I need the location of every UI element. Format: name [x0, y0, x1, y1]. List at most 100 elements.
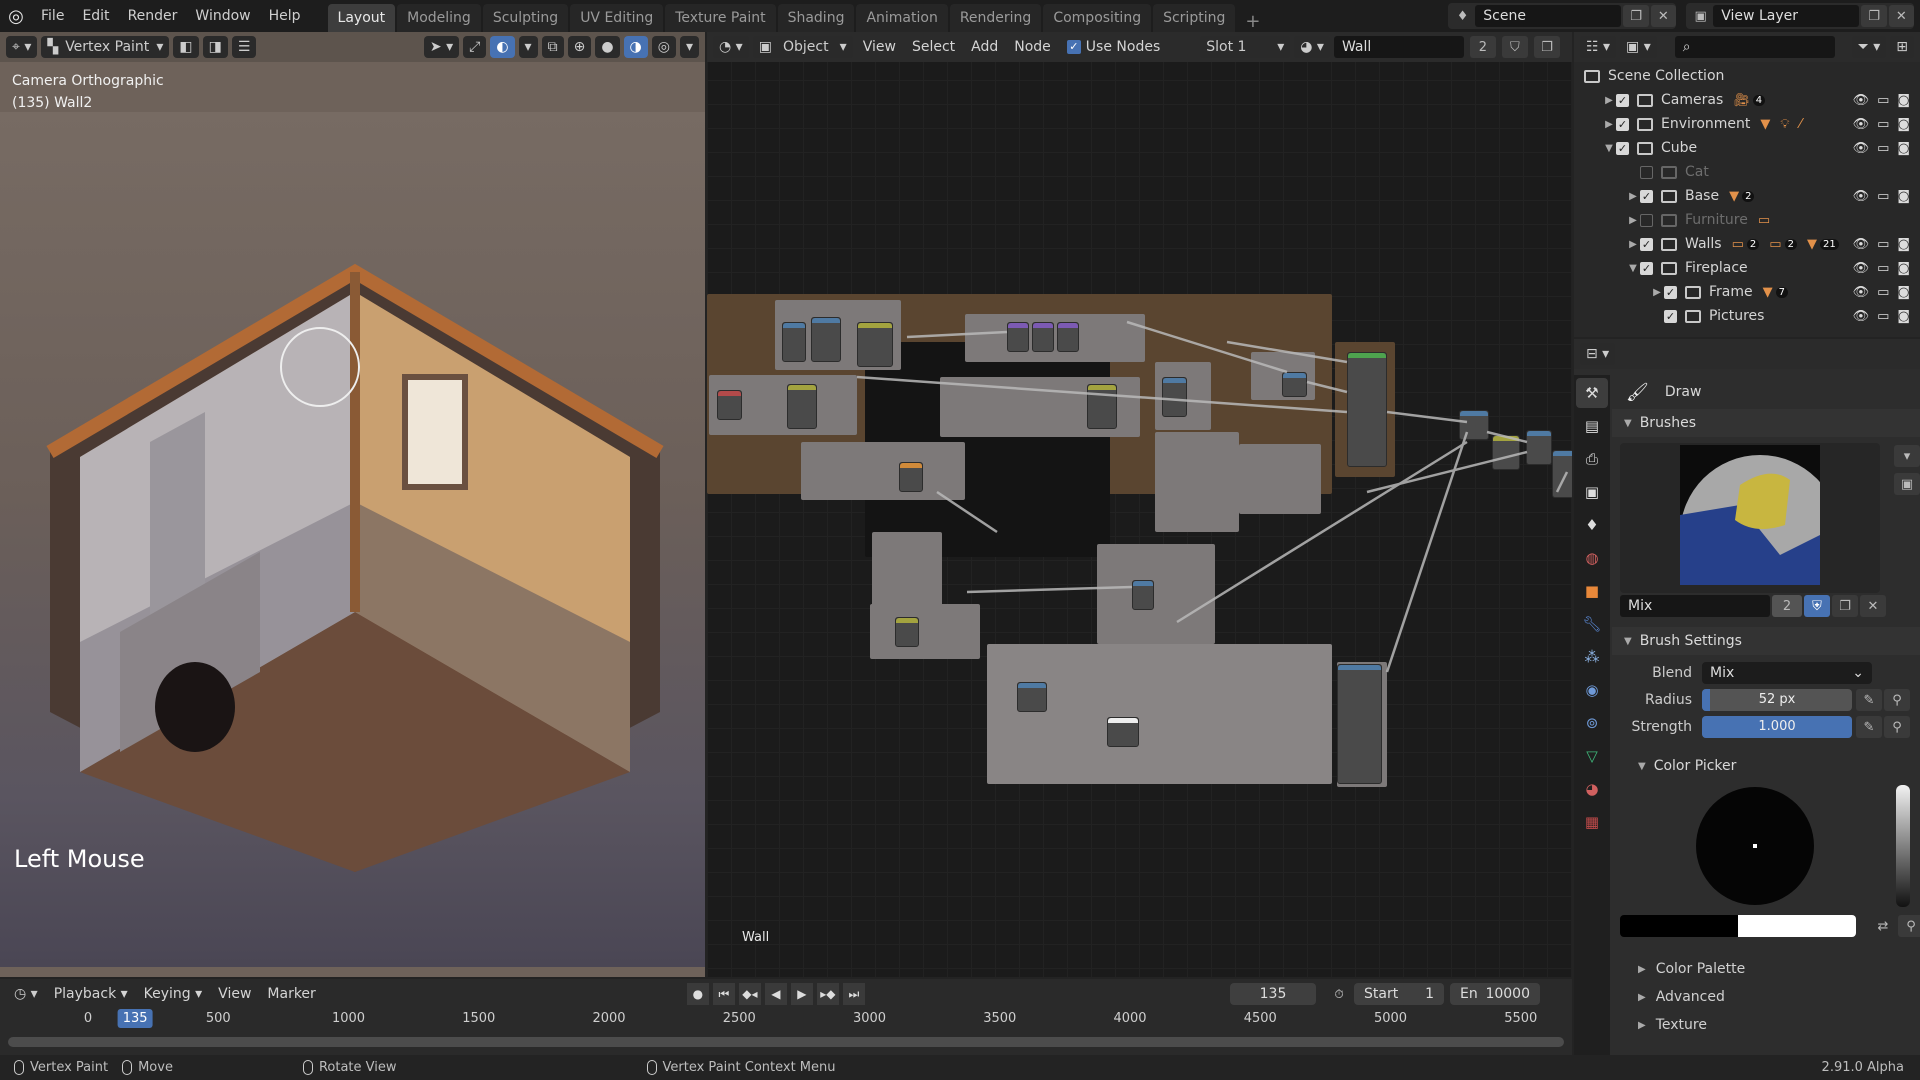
node[interactable] — [782, 322, 806, 362]
collection-icon[interactable]: ▭ 2 — [1732, 237, 1760, 252]
tab-modeling[interactable]: Modeling — [397, 4, 481, 32]
play-reverse-icon[interactable]: ◀ — [764, 983, 787, 1005]
slot-dropdown[interactable]: Slot 1 ▾ — [1200, 36, 1291, 58]
brush-name-field[interactable]: Mix — [1620, 595, 1770, 617]
overlays-button[interactable]: ◐ — [490, 36, 515, 58]
brush-settings-panel-header[interactable]: ▼ Brush Settings — [1612, 627, 1920, 655]
exclude-checkbox[interactable]: ✓ — [1640, 213, 1653, 227]
gizmo-button[interactable]: ⤢ — [463, 36, 487, 58]
eye-icon[interactable]: 👁︎ — [1853, 261, 1870, 276]
node[interactable] — [787, 384, 817, 429]
node[interactable] — [1107, 717, 1139, 747]
viewport-monitor-icon[interactable]: ▭ — [1877, 309, 1889, 324]
jump-end-icon[interactable]: ⏭ — [842, 983, 865, 1005]
particles-tab-icon[interactable]: ⁂ — [1576, 642, 1608, 672]
outliner-item-pictures[interactable]: ✓ Pictures 👁︎ ▭ ◙ — [1574, 304, 1920, 328]
outliner-item-furniture[interactable]: ▶✓ Furniture ▭ — [1574, 208, 1920, 232]
object-tab-icon[interactable]: ■ — [1576, 576, 1608, 606]
node[interactable] — [899, 462, 923, 492]
tab-shading[interactable]: Shading — [777, 4, 855, 32]
viewport-monitor-icon[interactable]: ▭ — [1877, 141, 1889, 156]
outliner-item-cube[interactable]: ▼ ✓ Cube 👁︎ ▭ ◙ — [1574, 136, 1920, 160]
brush-users-count[interactable]: 2 — [1772, 595, 1802, 617]
output-tab-icon[interactable]: ⎙ — [1576, 444, 1608, 474]
principled-bsdf-node[interactable] — [1347, 352, 1387, 467]
node[interactable] — [811, 317, 841, 362]
exclude-checkbox[interactable]: ✓ — [1640, 165, 1653, 179]
outliner-item-base[interactable]: ▶ ✓ Base ▼ 2 👁︎ ▭ ◙ — [1574, 184, 1920, 208]
node[interactable] — [1552, 450, 1572, 498]
delete-view-layer-icon[interactable]: ✕ — [1888, 5, 1914, 27]
modifier-wrench-icon[interactable]: 🔧︎ — [1576, 609, 1608, 639]
xray-button[interactable]: ⧉ — [541, 36, 564, 58]
node[interactable] — [1017, 682, 1047, 712]
unified-strength-icon[interactable]: ⚲ — [1884, 716, 1910, 738]
node[interactable] — [1087, 384, 1117, 429]
use-nodes-checkbox[interactable]: ✓ Use Nodes — [1061, 39, 1166, 55]
outliner-item-frame[interactable]: ▶ ✓ Frame ▼ 7 👁︎ ▭ ◙ — [1574, 280, 1920, 304]
swap-colors-icon[interactable]: ⇄ — [1870, 915, 1896, 937]
3d-viewport[interactable]: ⌖ ▾ ▚ Vertex Paint ▾ ◧ ◨ ☰ ➤ ▾ ⤢ ◐ ▾ ⧉ ⊕… — [0, 32, 705, 977]
node[interactable] — [1282, 372, 1307, 397]
exclude-checkbox[interactable]: ✓ — [1616, 117, 1629, 131]
fake-user-shield-icon[interactable]: ⛉ — [1501, 36, 1528, 58]
mode-dropdown[interactable]: ▚ Vertex Paint ▾ — [41, 36, 170, 58]
disclosure-collapsed-icon[interactable]: ▶ — [1626, 215, 1640, 226]
color-picker-subpanel-header[interactable]: ▼ Color Picker — [1612, 753, 1920, 779]
solid-shading-button[interactable]: ● — [595, 36, 620, 58]
tab-uv-editing[interactable]: UV Editing — [570, 4, 664, 32]
mesh-icon[interactable]: ▼ 2 — [1729, 189, 1755, 204]
outliner-item-cameras[interactable]: ▶ ✓ Cameras 🎥︎ 4 👁︎ ▭ ◙ — [1574, 88, 1920, 112]
menu-edit[interactable]: Edit — [73, 8, 118, 24]
jump-start-icon[interactable]: ⏮ — [712, 983, 735, 1005]
new-collection-icon[interactable]: ⊞ — [1890, 36, 1914, 58]
unlink-brush-icon[interactable]: ✕ — [1860, 595, 1886, 617]
menu-window[interactable]: Window — [186, 8, 259, 24]
viewport-monitor-icon[interactable]: ▭ — [1877, 237, 1889, 252]
add-workspace-button[interactable]: + — [1237, 11, 1268, 32]
editor-type-button[interactable]: ⌖ ▾ — [6, 36, 38, 58]
primary-color-swatch[interactable] — [1620, 915, 1738, 937]
object-type-dropdown[interactable]: ▣ Object ▾ — [752, 36, 853, 58]
subpanel-texture[interactable]: ▶ Texture — [1612, 1011, 1920, 1039]
subpanel-color-palette[interactable]: ▶ Color Palette — [1612, 955, 1920, 983]
shader-node-editor[interactable]: ◔ ▾ ▣ Object ▾ View Select Add Node ✓ Us… — [707, 32, 1572, 977]
texture-tab-icon[interactable]: ▦ — [1576, 807, 1608, 837]
frame-ruler[interactable]: 0 500 1000 1500 2000 2500 3000 3500 4000 4500 5000… — [0, 1011, 1572, 1033]
material-tab-icon[interactable]: ◕ — [1576, 774, 1608, 804]
viewport-monitor-icon[interactable]: ▭ — [1877, 285, 1889, 300]
scene-icon[interactable]: ♦ — [1450, 5, 1475, 27]
node-frame-group[interactable] — [1097, 544, 1215, 644]
blender-logo-icon[interactable]: ◎ — [0, 0, 32, 32]
viewport-monitor-icon[interactable]: ▭ — [1877, 117, 1889, 132]
object-data-tab-icon[interactable]: ▽ — [1576, 741, 1608, 771]
render-camera-icon[interactable]: ◙ — [1897, 261, 1910, 276]
node-frame-group[interactable] — [1239, 444, 1321, 514]
radius-slider[interactable]: 52 px — [1702, 689, 1852, 711]
exclude-checkbox[interactable]: ✓ — [1664, 285, 1677, 299]
scene-collection-row[interactable]: Scene Collection — [1574, 64, 1920, 88]
node-frame-group[interactable] — [965, 314, 1145, 362]
render-camera-icon[interactable]: ◙ — [1897, 237, 1910, 252]
rendered-shading-button[interactable]: ◎ — [651, 36, 676, 58]
exclude-checkbox[interactable]: ✓ — [1640, 261, 1653, 275]
outliner-item-environment[interactable]: ▶ ✓ Environment ▼ 💡︎ ⁄ 👁︎ ▭ ◙ — [1574, 112, 1920, 136]
render-preview[interactable] — [0, 112, 705, 967]
disclosure-collapsed-icon[interactable]: ▶ — [1626, 239, 1640, 250]
menu-playback[interactable]: Playback ▾ — [48, 986, 134, 1002]
menu-view[interactable]: View — [212, 986, 257, 1002]
start-frame-field[interactable]: Start 1 — [1354, 983, 1444, 1005]
value-slider[interactable] — [1896, 785, 1910, 907]
collection-icon[interactable]: ▭ — [1758, 213, 1770, 228]
node[interactable] — [1007, 322, 1029, 352]
stopwatch-icon[interactable]: ⏱ — [1328, 983, 1350, 1005]
wireframe-shading-button[interactable]: ⊕ — [567, 36, 592, 58]
overlays-dropdown[interactable]: ▾ — [518, 36, 538, 58]
display-mode-button[interactable]: ▣ ▾ — [1620, 36, 1657, 58]
color-wheel[interactable] — [1696, 787, 1814, 905]
menu-render[interactable]: Render — [119, 8, 187, 24]
render-camera-icon[interactable]: ◙ — [1897, 309, 1910, 324]
node[interactable] — [1492, 435, 1520, 470]
scene-tab-icon[interactable]: ♦ — [1576, 510, 1608, 540]
brush-preview-box[interactable] — [1620, 443, 1880, 593]
